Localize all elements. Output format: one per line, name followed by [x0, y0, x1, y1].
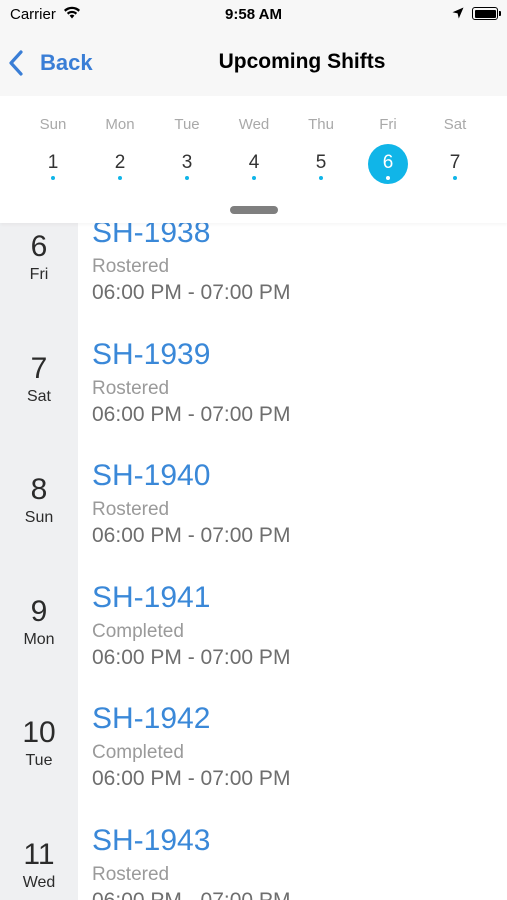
selected-day-circle: 6: [368, 144, 408, 184]
day-name-label: Mon: [105, 116, 135, 133]
shift-id[interactable]: SH-1942: [92, 702, 210, 736]
drag-handle[interactable]: [230, 206, 278, 214]
day-mon[interactable]: Mon 2: [90, 96, 150, 196]
shift-id[interactable]: SH-1941: [92, 581, 210, 615]
location-arrow-icon: [452, 7, 464, 19]
shift-time: 06:00 PM - 07:00 PM: [92, 888, 291, 900]
date-day-number: 7: [30, 351, 48, 385]
date-cell: 10 Tue: [0, 688, 78, 809]
day-number-wrap: 5: [301, 144, 341, 184]
shift-status: Rostered: [92, 499, 170, 520]
day-thu[interactable]: Thu 5: [291, 96, 351, 196]
event-dot-icon: [185, 176, 189, 180]
date-cell: 9 Mon: [0, 567, 78, 688]
day-name-label: Sat: [443, 116, 467, 133]
date-cell: 6 Fri: [0, 223, 78, 323]
event-dot-icon: [118, 176, 122, 180]
day-name-label: Fri: [379, 116, 397, 133]
navigation-bar: Back Upcoming Shifts: [0, 28, 507, 96]
week-strip: Sun 1 Mon 2 Tue 3 Wed 4 Thu 5 Fri 6 Sat 7: [0, 96, 507, 223]
shift-row[interactable]: 8 Sun SH-1940 Rostered 06:00 PM - 07:00 PM: [0, 445, 507, 566]
day-number-wrap: 3: [167, 144, 207, 184]
event-dot-icon: [51, 176, 55, 180]
date-day-number: 6: [30, 230, 48, 263]
shift-row[interactable]: 9 Mon SH-1941 Completed 06:00 PM - 07:00 PM: [0, 567, 507, 688]
date-day-number: 8: [30, 473, 48, 506]
day-sun[interactable]: Sun 1: [23, 96, 83, 196]
day-number-wrap: 2: [100, 144, 140, 184]
day-name-label: Sun: [39, 116, 67, 133]
day-fri[interactable]: Fri 6: [358, 96, 418, 196]
date-weekday: Sat: [26, 387, 51, 405]
shift-time: 06:00 PM - 07:00 PM: [92, 281, 291, 304]
event-dot-icon: [453, 176, 457, 180]
shift-status: Completed: [92, 620, 184, 642]
date-weekday: Tue: [25, 752, 53, 769]
date-day-number: 11: [23, 837, 55, 871]
shift-id[interactable]: SH-1940: [92, 459, 210, 493]
date-day-number: 10: [22, 716, 56, 749]
shift-time: 06:00 PM - 07:00 PM: [92, 767, 291, 790]
date-cell: 8 Sun: [0, 445, 78, 566]
date-cell: 7 Sat: [0, 324, 78, 445]
shift-id[interactable]: SH-1943: [92, 824, 210, 858]
day-number-wrap: 4: [234, 144, 274, 184]
event-dot-icon: [252, 176, 256, 180]
shift-status: Rostered: [92, 863, 170, 885]
event-dot-icon: [386, 176, 390, 180]
day-name-label: Wed: [238, 116, 270, 133]
status-time: 9:58 AM: [225, 6, 282, 23]
date-weekday: Sun: [24, 509, 54, 526]
shift-time: 06:00 PM - 07:00 PM: [92, 524, 291, 547]
day-number-wrap: 1: [33, 144, 73, 184]
page-title: Upcoming Shifts: [218, 50, 386, 73]
day-sat[interactable]: Sat 7: [425, 96, 485, 196]
day-name-label: Tue: [174, 116, 200, 133]
day-number-wrap: 7: [435, 144, 475, 184]
shift-id[interactable]: SH-1939: [92, 338, 210, 372]
shift-time: 06:00 PM - 07:00 PM: [92, 645, 291, 669]
shift-time: 06:00 PM - 07:00 PM: [92, 402, 291, 426]
day-name-label: Thu: [308, 116, 334, 133]
date-cell: 11 Wed: [0, 810, 78, 900]
shift-list[interactable]: 6 Fri SH-1938 Rostered 06:00 PM - 07:00 PM 7 S…: [0, 223, 507, 900]
shift-row[interactable]: 11 Wed SH-1943 Rostered 06:00 PM - 07:00 PM: [0, 810, 507, 900]
shift-row[interactable]: 10 Tue SH-1942 Completed 06:00 PM - 07:00 PM: [0, 688, 507, 809]
shift-row[interactable]: 7 Sat SH-1939 Rostered 06:00 PM - 07:00 PM: [0, 324, 507, 445]
shift-status: Rostered: [92, 256, 170, 277]
date-weekday: Mon: [23, 630, 55, 648]
shift-id[interactable]: SH-1938: [92, 223, 210, 250]
day-wed[interactable]: Wed 4: [224, 96, 284, 196]
shift-status: Rostered: [92, 377, 170, 399]
date-weekday: Wed: [22, 873, 56, 891]
shift-status: Completed: [92, 742, 184, 763]
date-day-number: 9: [30, 594, 48, 628]
event-dot-icon: [319, 176, 323, 180]
status-bar: Carrier 9:58 AM: [0, 0, 507, 28]
day-tue[interactable]: Tue 3: [157, 96, 217, 196]
shift-row[interactable]: 6 Fri SH-1938 Rostered 06:00 PM - 07:00 PM: [0, 223, 507, 323]
battery-icon: [472, 7, 501, 20]
date-weekday: Fri: [29, 266, 49, 283]
